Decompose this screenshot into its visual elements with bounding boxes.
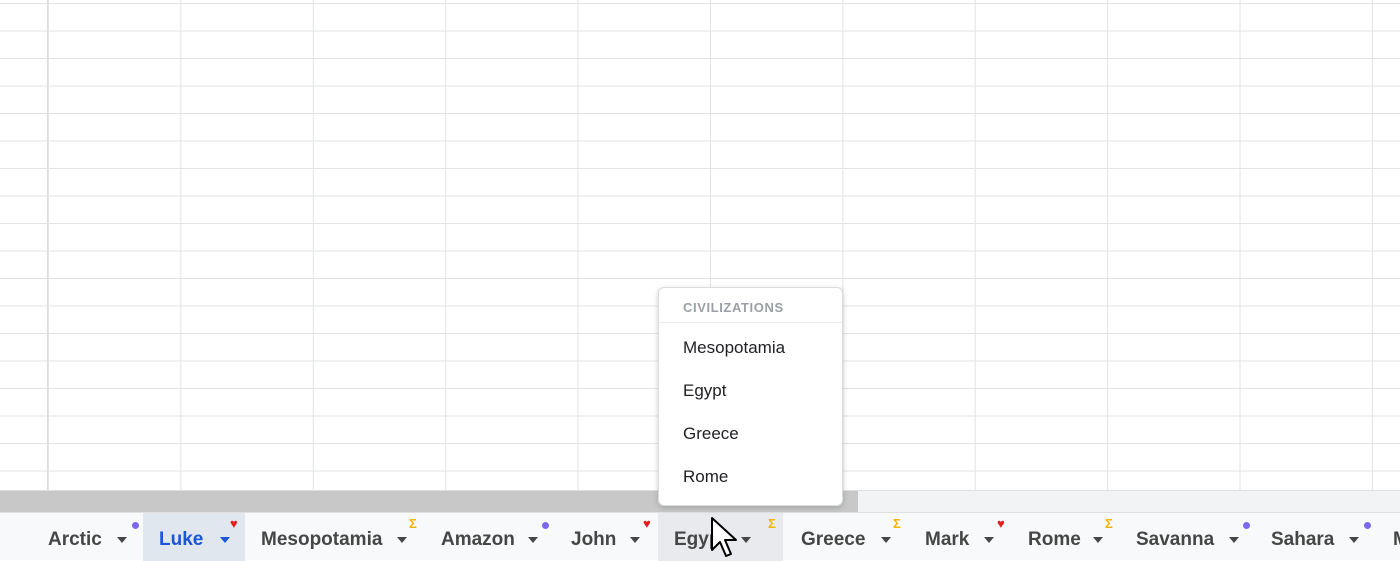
menu-item-greece[interactable]: Greece	[659, 412, 842, 455]
sigma-icon: Σ	[893, 516, 901, 531]
chevron-down-icon[interactable]	[741, 537, 751, 543]
row-header-column[interactable]	[0, 0, 48, 490]
mouse-pointer-icon	[711, 517, 737, 557]
sheet-tab-mesopotamia[interactable]: Mesopotamia Σ	[251, 513, 431, 561]
sigma-icon: Σ	[409, 516, 417, 531]
heart-icon: ♥	[643, 516, 651, 531]
sheet-tab-label: Arctic	[48, 529, 102, 550]
sheet-tab-partial[interactable]: M	[1383, 513, 1400, 561]
sheet-tab-bar: Arctic Luke ♥ Mesopotamia Σ Amazon John …	[0, 512, 1400, 561]
sigma-icon: Σ	[1105, 516, 1113, 531]
dot-icon	[542, 522, 549, 529]
sheet-tab-label: Luke	[159, 529, 204, 550]
sheet-tab-greece[interactable]: Greece Σ	[791, 513, 916, 561]
menu-item-mesopotamia[interactable]: Mesopotamia	[659, 326, 842, 369]
chevron-down-icon[interactable]	[397, 537, 407, 543]
dot-icon	[1243, 522, 1250, 529]
sheet-tab-label: Rome	[1028, 529, 1081, 550]
sheet-tab-label: Mark	[925, 529, 970, 550]
dot-icon	[1364, 522, 1371, 529]
sigma-icon: Σ	[768, 516, 776, 531]
sheet-tab-label: Savanna	[1136, 529, 1215, 550]
dot-icon	[132, 522, 139, 529]
sheet-tab-label: Greece	[801, 529, 866, 550]
chevron-down-icon[interactable]	[630, 537, 640, 543]
chevron-down-icon[interactable]	[220, 537, 230, 543]
sheet-tab-label: Mesopotamia	[261, 529, 383, 550]
chevron-down-icon[interactable]	[984, 537, 994, 543]
menu-section-header: CIVILIZATIONS	[659, 288, 842, 323]
sheet-tab-rome[interactable]: Rome Σ	[1018, 513, 1126, 561]
sheet-tab-mark[interactable]: Mark ♥	[915, 513, 1018, 561]
chevron-down-icon[interactable]	[1349, 537, 1359, 543]
chevron-down-icon[interactable]	[1093, 537, 1103, 543]
heart-icon: ♥	[997, 516, 1005, 531]
menu-item-egypt[interactable]: Egypt	[659, 369, 842, 412]
tab-group-dropdown-menu: CIVILIZATIONS Mesopotamia Egypt Greece R…	[658, 287, 843, 506]
sheet-tab-savanna[interactable]: Savanna	[1126, 513, 1261, 561]
sheet-tab-luke[interactable]: Luke ♥	[143, 513, 245, 561]
sheet-tab-john[interactable]: John ♥	[561, 513, 658, 561]
chevron-down-icon[interactable]	[1229, 537, 1239, 543]
sheet-tab-label: M	[1393, 529, 1400, 551]
menu-item-rome[interactable]: Rome	[659, 455, 842, 498]
heart-icon: ♥	[230, 516, 238, 531]
chevron-down-icon[interactable]	[117, 537, 127, 543]
sheet-tab-amazon[interactable]: Amazon	[431, 513, 561, 561]
sheet-tab-label: Sahara	[1271, 529, 1335, 550]
chevron-down-icon[interactable]	[528, 537, 538, 543]
sheet-tab-label: John	[571, 529, 617, 550]
sheet-tab-label: Amazon	[441, 529, 515, 550]
sheet-tab-sahara[interactable]: Sahara	[1261, 513, 1383, 561]
sheet-tab-arctic[interactable]: Arctic	[38, 513, 143, 561]
chevron-down-icon[interactable]	[881, 537, 891, 543]
